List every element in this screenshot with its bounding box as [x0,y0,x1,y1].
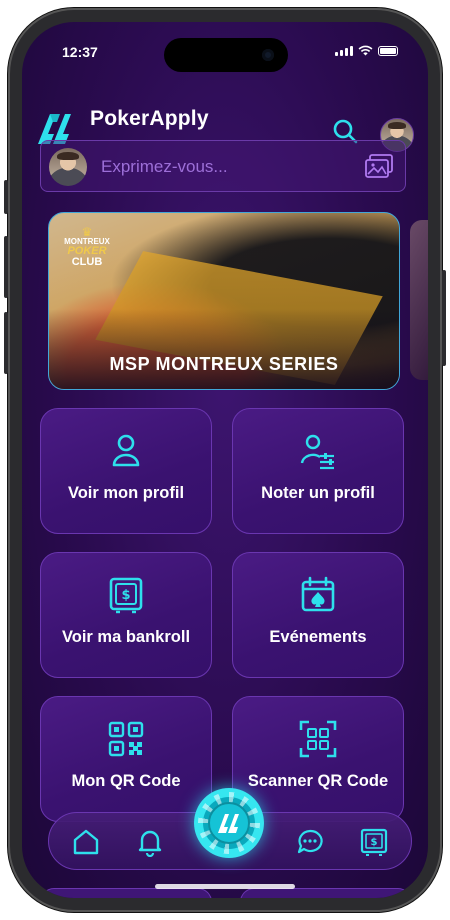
signal-icon [335,45,353,56]
user-icon [112,434,140,467]
chip-logo-icon [218,814,239,833]
app-brand-name: PokerApply [90,107,209,130]
volume-down-button [4,312,8,374]
composer-avatar [49,148,87,186]
tile-rate-profile[interactable]: Noter un profil [232,408,404,534]
safe-icon: $ [109,577,143,614]
chat-icon[interactable] [295,827,325,857]
wifi-icon [358,45,373,56]
power-button [442,270,446,366]
tile-label: Evénements [269,628,367,646]
bell-icon[interactable] [135,827,165,857]
qr-scan-icon [299,720,337,758]
tile-view-profile[interactable]: Voir mon profil [40,408,212,534]
user-rate-icon [300,434,334,470]
tile-events[interactable]: Evénements [232,552,404,678]
banner-title: MSP MONTREUX SERIES [109,354,339,374]
home-icon[interactable] [71,827,101,857]
qr-code-icon [108,721,144,757]
app-screen: 12:37 PokerApply Exprimez-vous... ♛ MONT… [22,22,428,898]
battery-icon [378,45,398,56]
next-tile-peek [240,888,412,898]
camera-icon [262,49,274,61]
tile-my-qr-code[interactable]: Mon QR Code [40,696,212,822]
action-button [4,180,8,214]
safe-icon[interactable]: $ [359,827,389,857]
tile-label: Mon QR Code [71,772,181,790]
tile-label: Voir mon profil [67,484,185,502]
svg-text:$: $ [371,837,378,848]
dynamic-island [164,38,288,72]
next-tile-peek [40,888,212,898]
home-indicator [155,884,295,889]
montreux-poker-club-logo: ♛ MONTREUX POKER CLUB [64,225,110,268]
status-bar: 12:37 [22,22,428,78]
next-banner-card[interactable] [410,220,428,380]
svg-text:$: $ [121,588,130,603]
event-banner[interactable]: ♛ MONTREUX POKER CLUB MSP MONTREUX SERIE… [48,212,400,390]
image-upload-icon[interactable] [365,154,393,180]
composer-input[interactable]: Exprimez-vous... [40,140,406,192]
tile-label: Voir ma bankroll [61,628,191,646]
banner-shade [49,309,399,389]
tile-bankroll[interactable]: $ Voir ma bankroll [40,552,212,678]
calendar-spade-icon [301,576,335,612]
status-icons [335,45,398,56]
poker-chip-icon[interactable] [194,788,264,858]
status-time: 12:37 [62,44,98,60]
tile-label: Scanner QR Code [247,772,389,790]
tile-label: Noter un profil [261,484,375,502]
composer-placeholder: Exprimez-vous... [101,157,228,176]
volume-up-button [4,236,8,298]
